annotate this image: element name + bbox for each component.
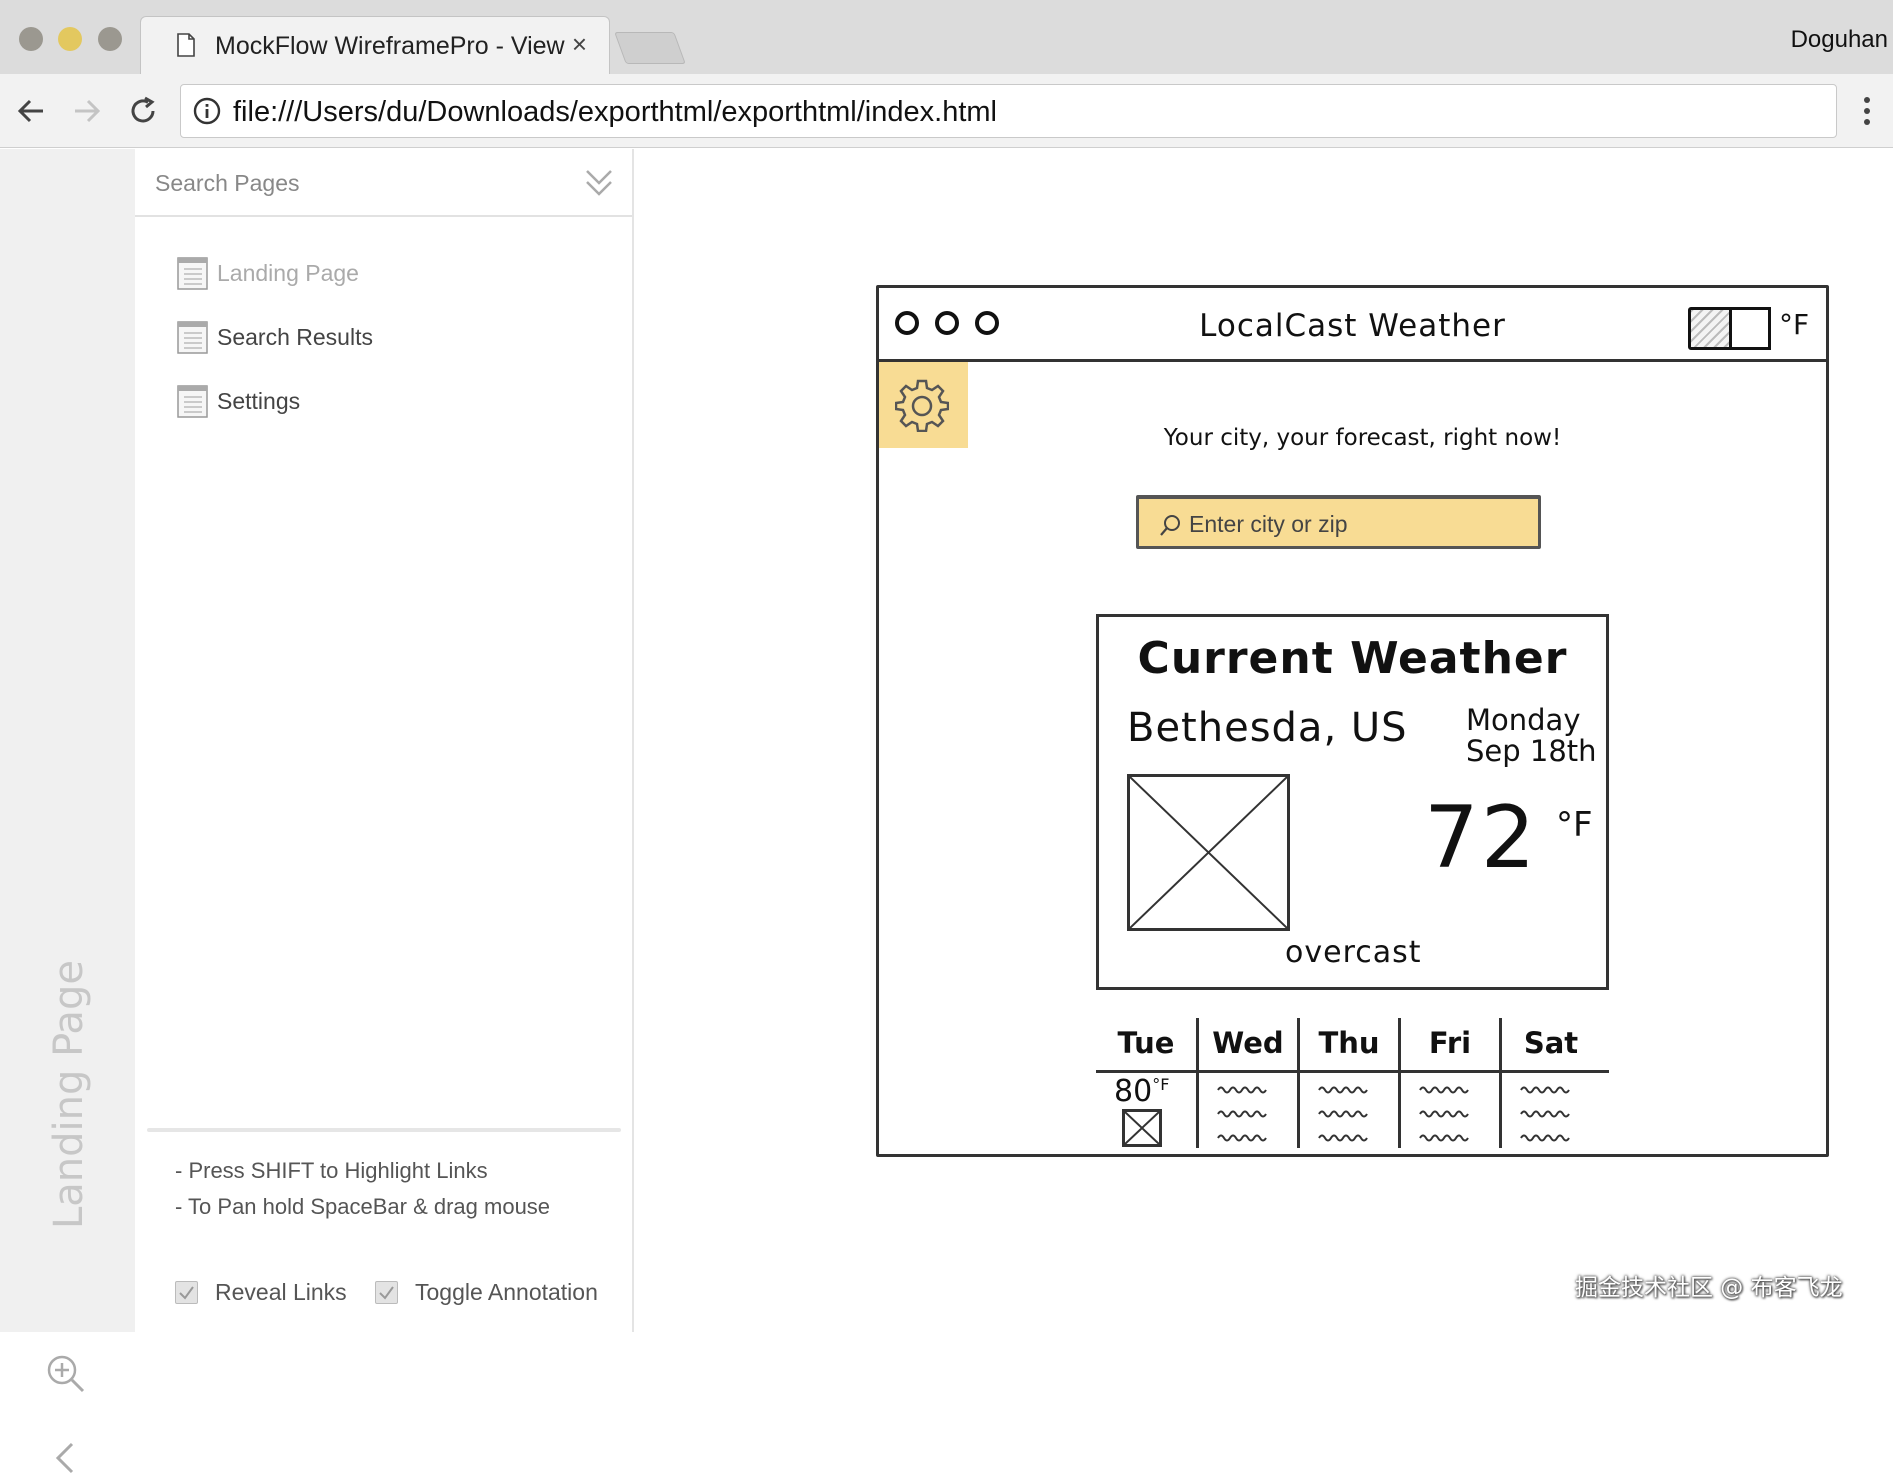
wireframe-title-bar: LocalCast Weather °F (879, 288, 1826, 362)
current-weather-card: Current Weather Bethesda, US Monday Sep … (1096, 614, 1609, 990)
tab-title: MockFlow WireframePro - View (215, 32, 565, 60)
pages-panel: Search Pages Landing Page Search Results… (135, 149, 634, 1332)
forecast-day: Thu (1300, 1018, 1398, 1148)
weekday: Monday (1466, 703, 1581, 737)
left-rail: Landing Page (0, 149, 135, 1474)
current-page-vertical-label: Landing Page (46, 960, 92, 1229)
image-placeholder-icon (1124, 1111, 1160, 1145)
page-item-settings[interactable]: Settings (177, 381, 597, 421)
forecast-day: Sat (1502, 1018, 1600, 1148)
minimize-window-button[interactable] (58, 27, 82, 51)
forecast-temp-unit: °F (1152, 1075, 1170, 1094)
panel-divider (147, 1128, 621, 1132)
city-search-placeholder: Enter city or zip (1189, 511, 1348, 537)
url-text: file:///Users/du/Downloads/exporthtml/ex… (233, 96, 997, 128)
forecast-temp: 80°F (1114, 1074, 1169, 1109)
wireframe-canvas[interactable]: LocalCast Weather °F Your city, your for… (636, 149, 1893, 1332)
checkmark-icon (179, 1286, 194, 1300)
collapse-panel-icon[interactable] (52, 1441, 78, 1475)
forecast-strip: Tue 80°F Wed Thu Fri Sat (1096, 1018, 1609, 1148)
city-name: Bethesda, US (1127, 705, 1408, 751)
scribble-text-icon (1217, 1086, 1267, 1142)
browser-tab-bar: MockFlow WireframePro - View × Doguhan (0, 0, 1893, 74)
gear-icon (895, 379, 949, 432)
weather-condition: overcast (1285, 935, 1422, 970)
double-chevron-down-icon[interactable] (584, 167, 614, 199)
date: Sep 18th (1466, 734, 1597, 768)
address-bar[interactable]: file:///Users/du/Downloads/exporthtml/ex… (180, 84, 1837, 138)
app-title: LocalCast Weather (1199, 308, 1506, 344)
page-thumbnail-icon (177, 321, 208, 354)
hint-pan: - To Pan hold SpaceBar & drag mouse (175, 1194, 551, 1219)
hint-highlight-links: - Press SHIFT to Highlight Links (175, 1158, 488, 1183)
forecast-temp-value: 80 (1114, 1074, 1153, 1109)
current-temperature: 72 (1424, 788, 1538, 888)
temperature-unit: °F (1556, 805, 1593, 845)
reload-icon (131, 96, 155, 123)
forecast-day: Fri (1401, 1018, 1499, 1148)
browser-toolbar: file:///Users/du/Downloads/exporthtml/ex… (0, 74, 1893, 148)
card-title: Current Weather (1137, 633, 1568, 684)
reload-button[interactable] (124, 92, 162, 130)
scribble-text-icon (1318, 1086, 1368, 1142)
new-tab-button[interactable] (614, 32, 686, 64)
forecast-day-label: Wed (1212, 1026, 1284, 1060)
maximize-window-button[interactable] (98, 27, 122, 51)
page-thumbnail-icon (177, 385, 208, 418)
forecast-day-label: Thu (1318, 1026, 1380, 1060)
forecast-image-placeholder (1122, 1109, 1162, 1147)
checkmark-icon (379, 1286, 394, 1300)
weather-image-placeholder (1127, 774, 1290, 931)
back-button[interactable] (12, 92, 50, 130)
forward-button[interactable] (68, 92, 106, 130)
page-item-label: Search Results (217, 324, 373, 350)
scribble-text-icon (1419, 1086, 1469, 1142)
close-window-button[interactable] (19, 27, 43, 51)
more-menu-icon[interactable] (1862, 96, 1872, 126)
info-icon[interactable] (193, 97, 221, 125)
reveal-links-label[interactable]: Reveal Links (215, 1279, 347, 1306)
wireframe-window: LocalCast Weather °F Your city, your for… (876, 285, 1829, 1157)
page-item-label: Landing Page (217, 260, 359, 286)
image-placeholder-icon (1129, 776, 1288, 929)
toggle-track (1691, 310, 1729, 347)
date-block: Monday Sep 18th (1466, 705, 1597, 767)
toggle-knob (1729, 307, 1771, 350)
browser-tab[interactable]: MockFlow WireframePro - View × (140, 16, 610, 74)
page-item-landing-page[interactable]: Landing Page (177, 253, 597, 293)
back-arrow-icon (17, 99, 43, 123)
toggle-annotation-checkbox[interactable] (375, 1281, 398, 1304)
city-search-input[interactable]: Enter city or zip (1136, 495, 1541, 549)
tab-close-icon[interactable]: × (572, 29, 587, 60)
zoom-in-icon[interactable] (46, 1354, 86, 1394)
forecast-day: Tue 80°F (1096, 1018, 1196, 1148)
forecast-day: Wed (1199, 1018, 1297, 1148)
forecast-day-label: Tue (1117, 1026, 1175, 1060)
profile-name[interactable]: Doguhan (1791, 26, 1888, 54)
unit-toggle-label: °F (1779, 308, 1810, 341)
forward-arrow-icon (75, 99, 101, 123)
page-item-search-results[interactable]: Search Results (177, 317, 597, 357)
watermark: 掘金技术社区 @ 布客飞龙 (1575, 1275, 1843, 1301)
unit-toggle[interactable] (1688, 307, 1771, 350)
toggle-annotation-label[interactable]: Toggle Annotation (415, 1279, 598, 1306)
page-thumbnail-icon (177, 257, 208, 290)
search-pages-field[interactable]: Search Pages (135, 149, 632, 217)
tagline: Your city, your forecast, right now! (1163, 425, 1562, 451)
scribble-text-icon (1520, 1086, 1570, 1142)
forecast-day-label: Sat (1523, 1026, 1579, 1060)
search-pages-placeholder: Search Pages (155, 170, 300, 196)
page-item-label: Settings (217, 388, 301, 414)
search-icon (1160, 515, 1180, 536)
forecast-day-label: Fri (1428, 1026, 1472, 1060)
reveal-links-checkbox[interactable] (175, 1281, 198, 1304)
page-icon (177, 33, 195, 57)
